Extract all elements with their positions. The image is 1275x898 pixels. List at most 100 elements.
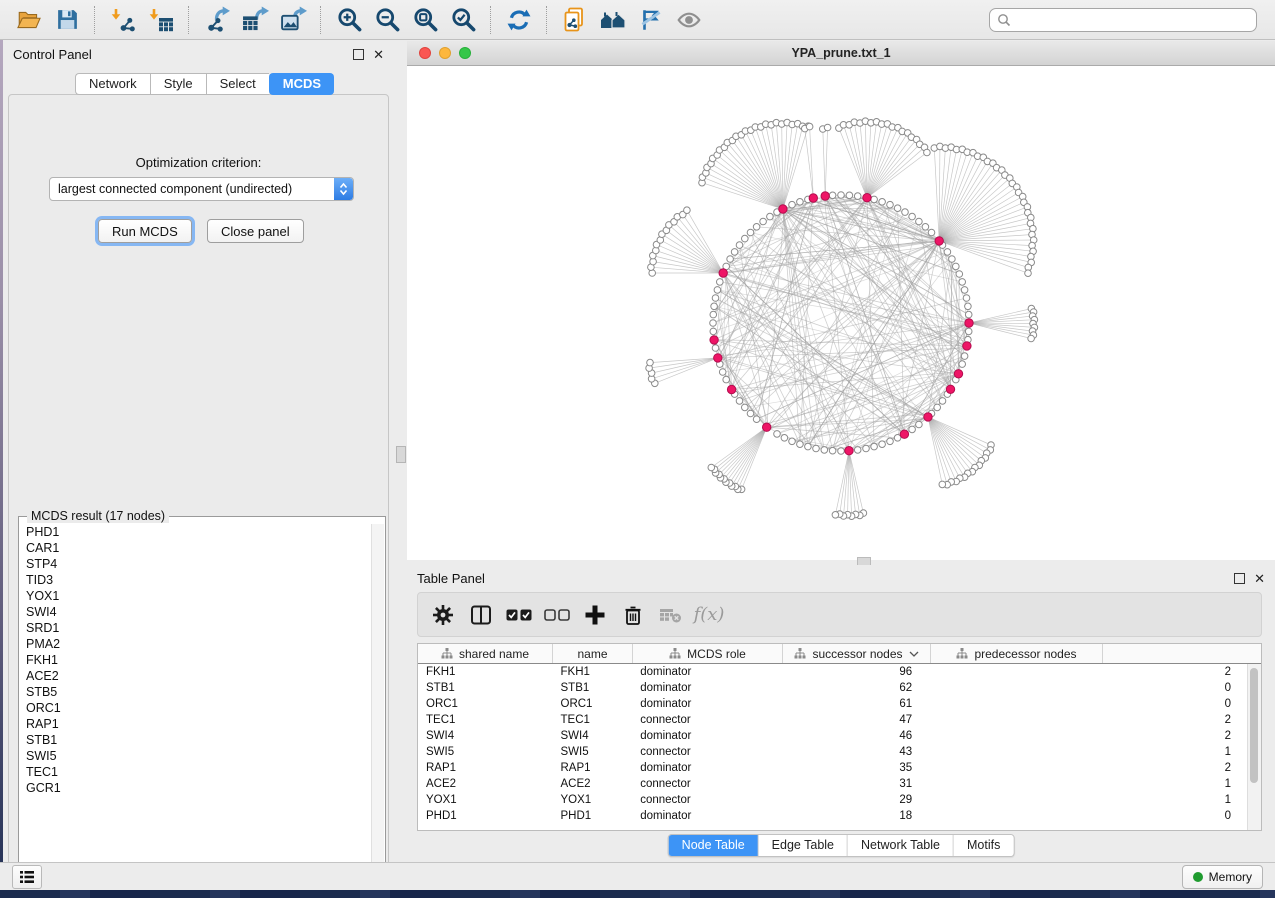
- network-node[interactable]: [909, 426, 916, 433]
- mcds-result-list[interactable]: PHD1CAR1STP4TID3YOX1SWI4SRD1PMA2FKH1ACE2…: [20, 524, 372, 877]
- network-node[interactable]: [797, 199, 804, 206]
- mcds-hub-node[interactable]: [710, 336, 718, 344]
- zoom-selected-button[interactable]: [444, 4, 482, 36]
- network-leaf-node[interactable]: [1028, 335, 1035, 342]
- network-node[interactable]: [916, 218, 923, 225]
- network-node[interactable]: [829, 447, 836, 454]
- network-node[interactable]: [710, 328, 717, 335]
- network-node[interactable]: [712, 345, 719, 352]
- mcds-result-item[interactable]: STB5: [20, 684, 372, 700]
- network-node[interactable]: [723, 376, 730, 383]
- mcds-result-item[interactable]: ORC1: [20, 700, 372, 716]
- zoom-fit-button[interactable]: [406, 4, 444, 36]
- network-leaf-node[interactable]: [708, 464, 715, 471]
- select-all-button[interactable]: [504, 600, 534, 630]
- memory-button[interactable]: Memory: [1182, 865, 1263, 889]
- mcds-result-item[interactable]: GCR1: [20, 780, 372, 796]
- network-leaf-node[interactable]: [806, 123, 813, 130]
- network-node[interactable]: [846, 192, 853, 199]
- network-node[interactable]: [789, 438, 796, 445]
- mcds-hub-node[interactable]: [863, 194, 871, 202]
- mcds-result-item[interactable]: SWI4: [20, 604, 372, 620]
- network-node[interactable]: [711, 303, 718, 310]
- mcds-hub-node[interactable]: [965, 319, 973, 327]
- network-node[interactable]: [813, 445, 820, 452]
- network-node[interactable]: [805, 443, 812, 450]
- run-mcds-button[interactable]: Run MCDS: [98, 219, 192, 243]
- show-columns-button[interactable]: [466, 600, 496, 630]
- mcds-result-item[interactable]: ACE2: [20, 668, 372, 684]
- close-panel-button[interactable]: Close panel: [207, 219, 304, 243]
- show-hide-button[interactable]: [670, 4, 708, 36]
- network-node[interactable]: [871, 196, 878, 203]
- network-node[interactable]: [747, 229, 754, 236]
- network-node[interactable]: [887, 438, 894, 445]
- import-network-button[interactable]: [104, 4, 142, 36]
- table-row[interactable]: FKH1FKH1dominator962: [418, 664, 1248, 680]
- mcds-hub-node[interactable]: [727, 385, 735, 393]
- network-node[interactable]: [863, 445, 870, 452]
- deselect-all-button[interactable]: [542, 600, 572, 630]
- export-network-button[interactable]: [198, 4, 236, 36]
- table-row[interactable]: SWI4SWI4dominator462: [418, 728, 1248, 744]
- table-row[interactable]: YOX1YOX1connector291: [418, 792, 1248, 808]
- tab-style[interactable]: Style: [150, 73, 206, 95]
- zoom-out-button[interactable]: [368, 4, 406, 36]
- network-node[interactable]: [928, 229, 935, 236]
- mcds-result-item[interactable]: TID3: [20, 572, 372, 588]
- export-image-button[interactable]: [274, 4, 312, 36]
- network-node[interactable]: [949, 256, 956, 263]
- network-leaf-node[interactable]: [939, 481, 946, 488]
- mcds-hub-node[interactable]: [924, 413, 932, 421]
- network-node[interactable]: [710, 320, 717, 327]
- network-window-titlebar[interactable]: YPA_prune.txt_1: [407, 41, 1275, 66]
- network-leaf-node[interactable]: [832, 512, 839, 519]
- zoom-in-button[interactable]: [330, 4, 368, 36]
- network-node[interactable]: [727, 256, 734, 263]
- close-panel-icon[interactable]: ✕: [373, 50, 384, 59]
- mcds-result-item[interactable]: CAR1: [20, 540, 372, 556]
- network-node[interactable]: [934, 404, 941, 411]
- mcds-result-item[interactable]: PHD1: [20, 524, 372, 540]
- mcds-hub-node[interactable]: [963, 342, 971, 350]
- table-row[interactable]: PHD1PHD1dominator180: [418, 808, 1248, 824]
- mcds-result-item[interactable]: RAP1: [20, 716, 372, 732]
- network-node[interactable]: [916, 421, 923, 428]
- column-header[interactable]: shared name: [418, 644, 553, 663]
- network-node[interactable]: [909, 213, 916, 220]
- network-node[interactable]: [838, 192, 845, 199]
- import-table-button[interactable]: [142, 4, 180, 36]
- tab-network-table[interactable]: Network Table: [848, 835, 954, 856]
- network-node[interactable]: [774, 431, 781, 438]
- network-node[interactable]: [902, 209, 909, 216]
- optimization-criterion-select[interactable]: largest connected component (undirected): [49, 177, 354, 201]
- save-button[interactable]: [48, 4, 86, 36]
- mcds-result-item[interactable]: TEC1: [20, 764, 372, 780]
- tab-motifs[interactable]: Motifs: [954, 835, 1013, 856]
- network-node[interactable]: [894, 205, 901, 212]
- network-node[interactable]: [854, 193, 861, 200]
- network-node[interactable]: [956, 271, 963, 278]
- network-node[interactable]: [959, 279, 966, 286]
- mcds-hub-node[interactable]: [845, 447, 853, 455]
- chevron-down-icon[interactable]: [909, 651, 919, 657]
- network-node[interactable]: [731, 249, 738, 256]
- network-leaf-node[interactable]: [647, 359, 654, 366]
- mcds-hub-node[interactable]: [714, 354, 722, 362]
- column-header[interactable]: MCDS role: [633, 644, 783, 663]
- network-node[interactable]: [742, 404, 749, 411]
- network-node[interactable]: [714, 287, 721, 294]
- tab-node-table[interactable]: Node Table: [669, 835, 759, 856]
- network-node[interactable]: [736, 398, 743, 405]
- mcds-result-item[interactable]: PMA2: [20, 636, 372, 652]
- float-panel-icon[interactable]: [1234, 573, 1245, 584]
- mcds-list-scrollbar[interactable]: [371, 524, 384, 877]
- mcds-hub-node[interactable]: [779, 205, 787, 213]
- network-node[interactable]: [879, 199, 886, 206]
- table-row[interactable]: STB1STB1dominator620: [418, 680, 1248, 696]
- mcds-result-item[interactable]: STB1: [20, 732, 372, 748]
- tab-edge-table[interactable]: Edge Table: [759, 835, 848, 856]
- network-node[interactable]: [717, 279, 724, 286]
- mcds-hub-node[interactable]: [763, 423, 771, 431]
- tab-network[interactable]: Network: [75, 73, 150, 95]
